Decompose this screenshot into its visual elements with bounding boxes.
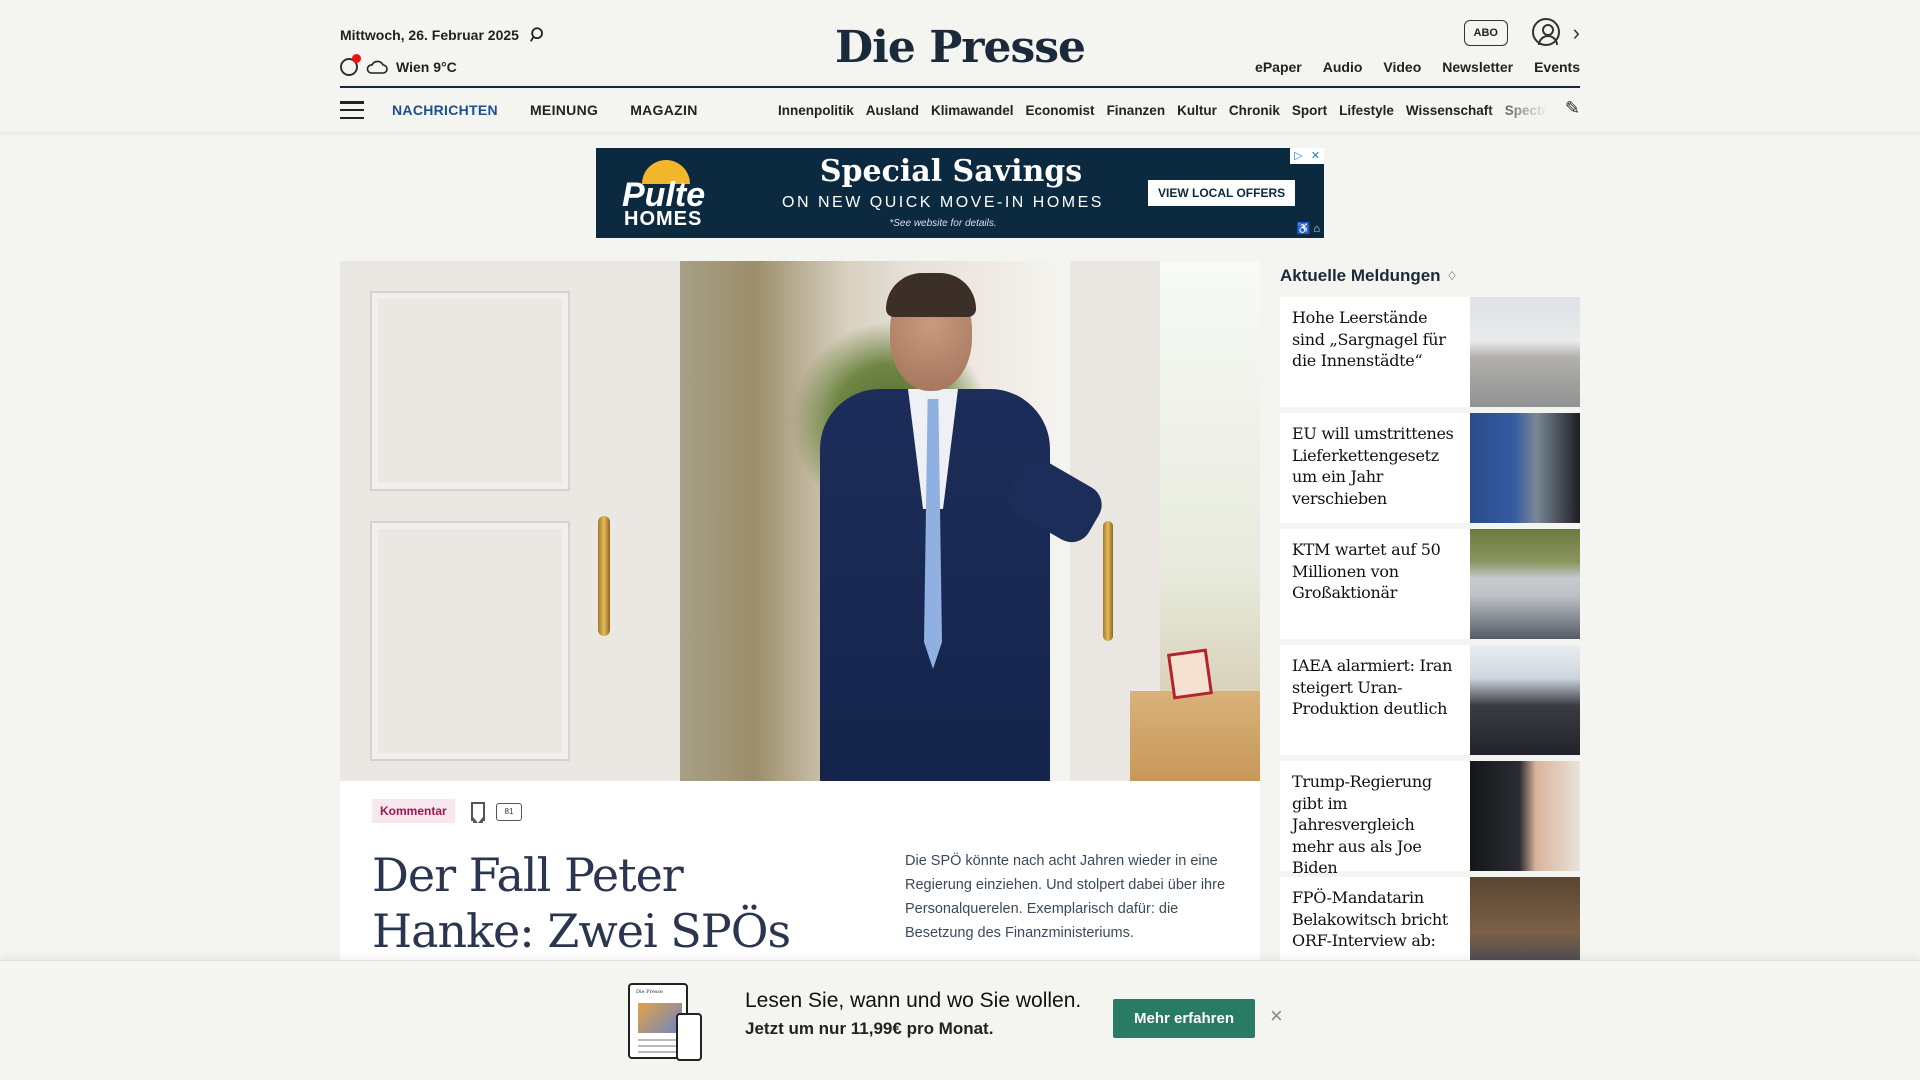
subnav-ausland[interactable]: Ausland	[866, 103, 919, 118]
news-item[interactable]: Hohe Leerstände sind „Sargnagel für die …	[1280, 297, 1580, 407]
top-links: ePaper Audio Video Newsletter Events	[1255, 59, 1580, 75]
category-badge[interactable]: Kommentar	[372, 799, 455, 823]
wooden-box	[1130, 648, 1260, 781]
current-date: Mittwoch, 26. Februar 2025	[340, 27, 519, 43]
weather[interactable]: Wien 9°C	[340, 54, 457, 76]
header-divider	[340, 86, 1580, 88]
door-handle	[1103, 521, 1113, 641]
news-item[interactable]: Trump-Regierung gibt im Jahresvergleich …	[1280, 761, 1580, 877]
door-panel	[370, 291, 570, 491]
news-sidebar: Aktuelle Meldungen ♢ Hohe Leerstände sin…	[1280, 261, 1580, 987]
nav-meinung[interactable]: MEINUNG	[530, 102, 598, 118]
portrait-person	[820, 271, 1109, 781]
close-icon[interactable]: ×	[1270, 1003, 1283, 1029]
link-newsletter[interactable]: Newsletter	[1442, 59, 1513, 75]
tablet-masthead: Die Presse	[636, 989, 663, 995]
device-illustration: Die Presse	[628, 983, 702, 1061]
ad-note: *See website for details.	[889, 218, 997, 229]
door-left	[340, 261, 680, 781]
site-header: Mittwoch, 26. Februar 2025 Wien 9°C Die …	[0, 0, 1920, 132]
subnav-spectrum[interactable]: Spectrum	[1505, 103, 1548, 118]
ad-brand-logo: Pulte HOMES	[622, 158, 712, 230]
promo-subtitle: Jetzt um nur 11,99€ pro Monat.	[745, 1019, 994, 1038]
subnav-chronik[interactable]: Chronik	[1229, 103, 1280, 118]
nav-magazin[interactable]: MAGAZIN	[630, 102, 697, 118]
news-title[interactable]: Hohe Leerstände sind „Sargnagel für die …	[1280, 297, 1470, 407]
date-line: Mittwoch, 26. Februar 2025	[340, 26, 547, 44]
bell-icon[interactable]: ♢	[1447, 269, 1458, 283]
hair	[886, 273, 976, 317]
bookmark-icon[interactable]	[471, 802, 485, 823]
pencil-icon[interactable]: ✎	[1565, 98, 1580, 119]
subnav-klimawandel[interactable]: Klimawandel	[931, 103, 1014, 118]
site-logo[interactable]: Die Presse	[835, 22, 1086, 73]
notification-dot	[352, 54, 361, 63]
subnav-lifestyle[interactable]: Lifestyle	[1339, 103, 1394, 118]
news-title[interactable]: Trump-Regierung gibt im Jahresvergleich …	[1280, 761, 1470, 877]
comments-icon[interactable]: 81	[496, 803, 522, 821]
menu-icon[interactable]	[340, 101, 364, 119]
news-item[interactable]: IAEA alarmiert: Iran steigert Uran-Produ…	[1280, 645, 1580, 755]
news-title[interactable]: EU will umstrittenes Lieferkettengesetz …	[1280, 413, 1470, 523]
ad-close-icon[interactable]: ✕	[1307, 148, 1324, 164]
user-account-icon[interactable]	[1532, 18, 1560, 46]
subnav-economist[interactable]: Economist	[1026, 103, 1095, 118]
adchoices-icon[interactable]: ▷	[1290, 148, 1307, 164]
news-title[interactable]: KTM wartet auf 50 Millionen von Großakti…	[1280, 529, 1470, 639]
link-audio[interactable]: Audio	[1323, 59, 1363, 75]
header-inner: Mittwoch, 26. Februar 2025 Wien 9°C Die …	[340, 0, 1580, 132]
door-panel	[370, 521, 570, 761]
subnav-innenpolitik[interactable]: Innenpolitik	[778, 103, 854, 118]
nav-nachrichten[interactable]: NACHRICHTEN	[392, 102, 498, 118]
subnav-kultur[interactable]: Kultur	[1177, 103, 1217, 118]
red-frame	[1166, 648, 1214, 700]
sidebar-title-text: Aktuelle Meldungen	[1280, 266, 1441, 285]
accessibility-icon: ♿ ⌂	[1296, 223, 1320, 235]
news-item[interactable]: EU will umstrittenes Lieferkettengesetz …	[1280, 413, 1580, 523]
ad-banner[interactable]: Pulte HOMES Special Savings ON NEW QUICK…	[596, 148, 1324, 238]
main-navigation: NACHRICHTEN MEINUNG MAGAZIN Innenpolitik…	[340, 98, 1580, 122]
ad-subline: ON NEW QUICK MOVE-IN HOMES	[782, 194, 1104, 211]
subnav-sport[interactable]: Sport	[1292, 103, 1327, 118]
news-thumbnail[interactable]	[1470, 645, 1580, 755]
link-epaper[interactable]: ePaper	[1255, 59, 1302, 75]
clock-icon[interactable]	[340, 54, 361, 76]
news-title[interactable]: IAEA alarmiert: Iran steigert Uran-Produ…	[1280, 645, 1470, 755]
abo-button[interactable]: ABO	[1463, 20, 1508, 46]
main-nav: NACHRICHTEN MEINUNG MAGAZIN	[392, 102, 698, 118]
link-video[interactable]: Video	[1383, 59, 1421, 75]
sidebar-title: Aktuelle Meldungen ♢	[1280, 261, 1580, 291]
ad-headline: Special Savings	[819, 154, 1083, 189]
subscription-banner: Die Presse Lesen Sie, wann und wo Sie wo…	[0, 960, 1920, 1080]
ad-cta-button[interactable]: VIEW LOCAL OFFERS	[1148, 180, 1296, 206]
phone-illustration	[676, 1013, 702, 1061]
weather-text: Wien 9°C	[396, 59, 457, 75]
news-thumbnail[interactable]	[1470, 297, 1580, 407]
chevron-right-icon[interactable]: ›	[1573, 20, 1580, 46]
hero-image[interactable]	[340, 261, 1260, 781]
door-handle	[598, 516, 610, 636]
subnav-wissenschaft[interactable]: Wissenschaft	[1406, 103, 1493, 118]
ad-brand-bottom: HOMES	[624, 208, 703, 230]
subnav-finanzen[interactable]: Finanzen	[1107, 103, 1166, 118]
cloud-icon	[366, 60, 388, 74]
sub-nav: Innenpolitik Ausland Klimawandel Economi…	[778, 103, 1548, 118]
link-events[interactable]: Events	[1534, 59, 1580, 75]
news-thumbnail[interactable]	[1470, 413, 1580, 523]
mehr-erfahren-button[interactable]: Mehr erfahren	[1113, 999, 1256, 1038]
ad-choices[interactable]: ▷ ✕	[1290, 148, 1324, 164]
search-icon[interactable]	[529, 26, 547, 44]
promo-title: Lesen Sie, wann und wo Sie wollen.	[745, 989, 1082, 1012]
news-item[interactable]: KTM wartet auf 50 Millionen von Großakti…	[1280, 529, 1580, 639]
news-thumbnail[interactable]	[1470, 761, 1580, 871]
article-teaser: Die SPÖ könnte nach acht Jahren wieder i…	[905, 853, 1226, 941]
news-thumbnail[interactable]	[1470, 529, 1580, 639]
